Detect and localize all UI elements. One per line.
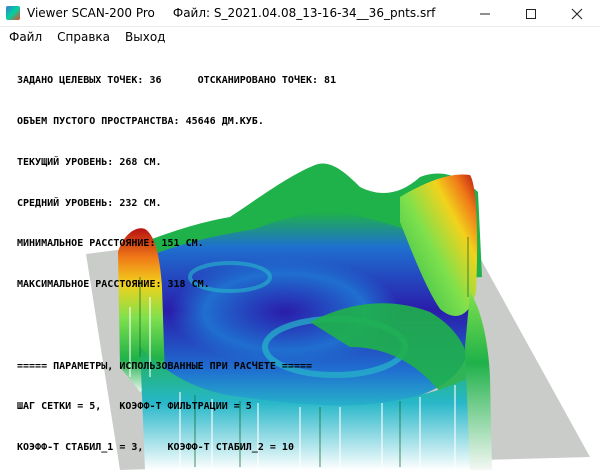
title-bar: Viewer SCAN-200 Pro Файл: S_2021.04.08_1… [0,0,600,27]
scan-info-panel: ЗАДАНО ЦЕЛЕВЫХ ТОЧЕК: 36 ОТСКАНИРОВАНО Т… [17,47,336,470]
info-line-stab: КОЭФФ-Т СТАБИЛ_1 = 3, КОЭФФ-Т СТАБИЛ_2 =… [17,441,336,455]
file-title: Файл: S_2021.04.08_13-16-34__36_pnts.srf [172,6,436,20]
menu-help[interactable]: Справка [51,30,116,44]
maximize-icon [526,8,536,19]
info-line-points: ЗАДАНО ЦЕЛЕВЫХ ТОЧЕК: 36 ОТСКАНИРОВАНО Т… [17,74,336,88]
window-controls [462,0,600,27]
close-button[interactable] [554,0,600,27]
stab2-text: КОЭФФ-Т СТАБИЛ_2 = 10 [167,442,294,454]
max-distance-text: МАКСИМАЛЬНОЕ РАССТОЯНИЕ: 318 СМ. [17,279,210,291]
info-line-grid: ШАГ СЕТКИ = 5, КОЭФФ-Т ФИЛЬТРАЦИИ = 5 [17,400,336,414]
target-points-text: ЗАДАНО ЦЕЛЕВЫХ ТОЧЕК: 36 [17,75,162,87]
scanned-points-text: ОТСКАНИРОВАНО ТОЧЕК: 81 [197,75,337,87]
maximize-button[interactable] [508,0,554,27]
stab1-text: КОЭФФ-Т СТАБИЛ_1 = 3, [17,442,144,454]
menu-file[interactable]: Файл [3,30,48,44]
app-title: Viewer SCAN-200 Pro [27,6,155,20]
grid-step-text: ШАГ СЕТКИ = 5, [17,401,102,413]
min-distance-text: МИНИМАЛЬНОЕ РАССТОЯНИЕ: 151 СМ. [17,238,204,250]
close-icon [571,8,583,19]
scan-viewport[interactable]: ЗАДАНО ЦЕЛЕВЫХ ТОЧЕК: 36 ОТСКАНИРОВАНО Т… [0,47,600,470]
volume-text: ОБЪЕМ ПУСТОГО ПРОСТРАНСТВА: 45646 ДМ.КУБ… [17,115,264,127]
params-header-text: ===== ПАРАМЕТРЫ, ИСПОЛЬЗОВАННЫЕ ПРИ РАСЧ… [17,360,313,372]
menu-bar: Файл Справка Выход [0,27,600,47]
app-logo-icon [6,6,20,20]
current-level-text: ТЕКУЩИЙ УРОВЕНЬ: 268 СМ. [17,156,162,168]
minimize-button[interactable] [462,0,508,27]
average-level-text: СРЕДНИЙ УРОВЕНЬ: 232 СМ. [17,197,162,209]
filter-coef-text: КОЭФФ-Т ФИЛЬТРАЦИИ = 5 [119,401,252,413]
minimize-icon [480,13,490,14]
menu-exit[interactable]: Выход [119,30,171,44]
